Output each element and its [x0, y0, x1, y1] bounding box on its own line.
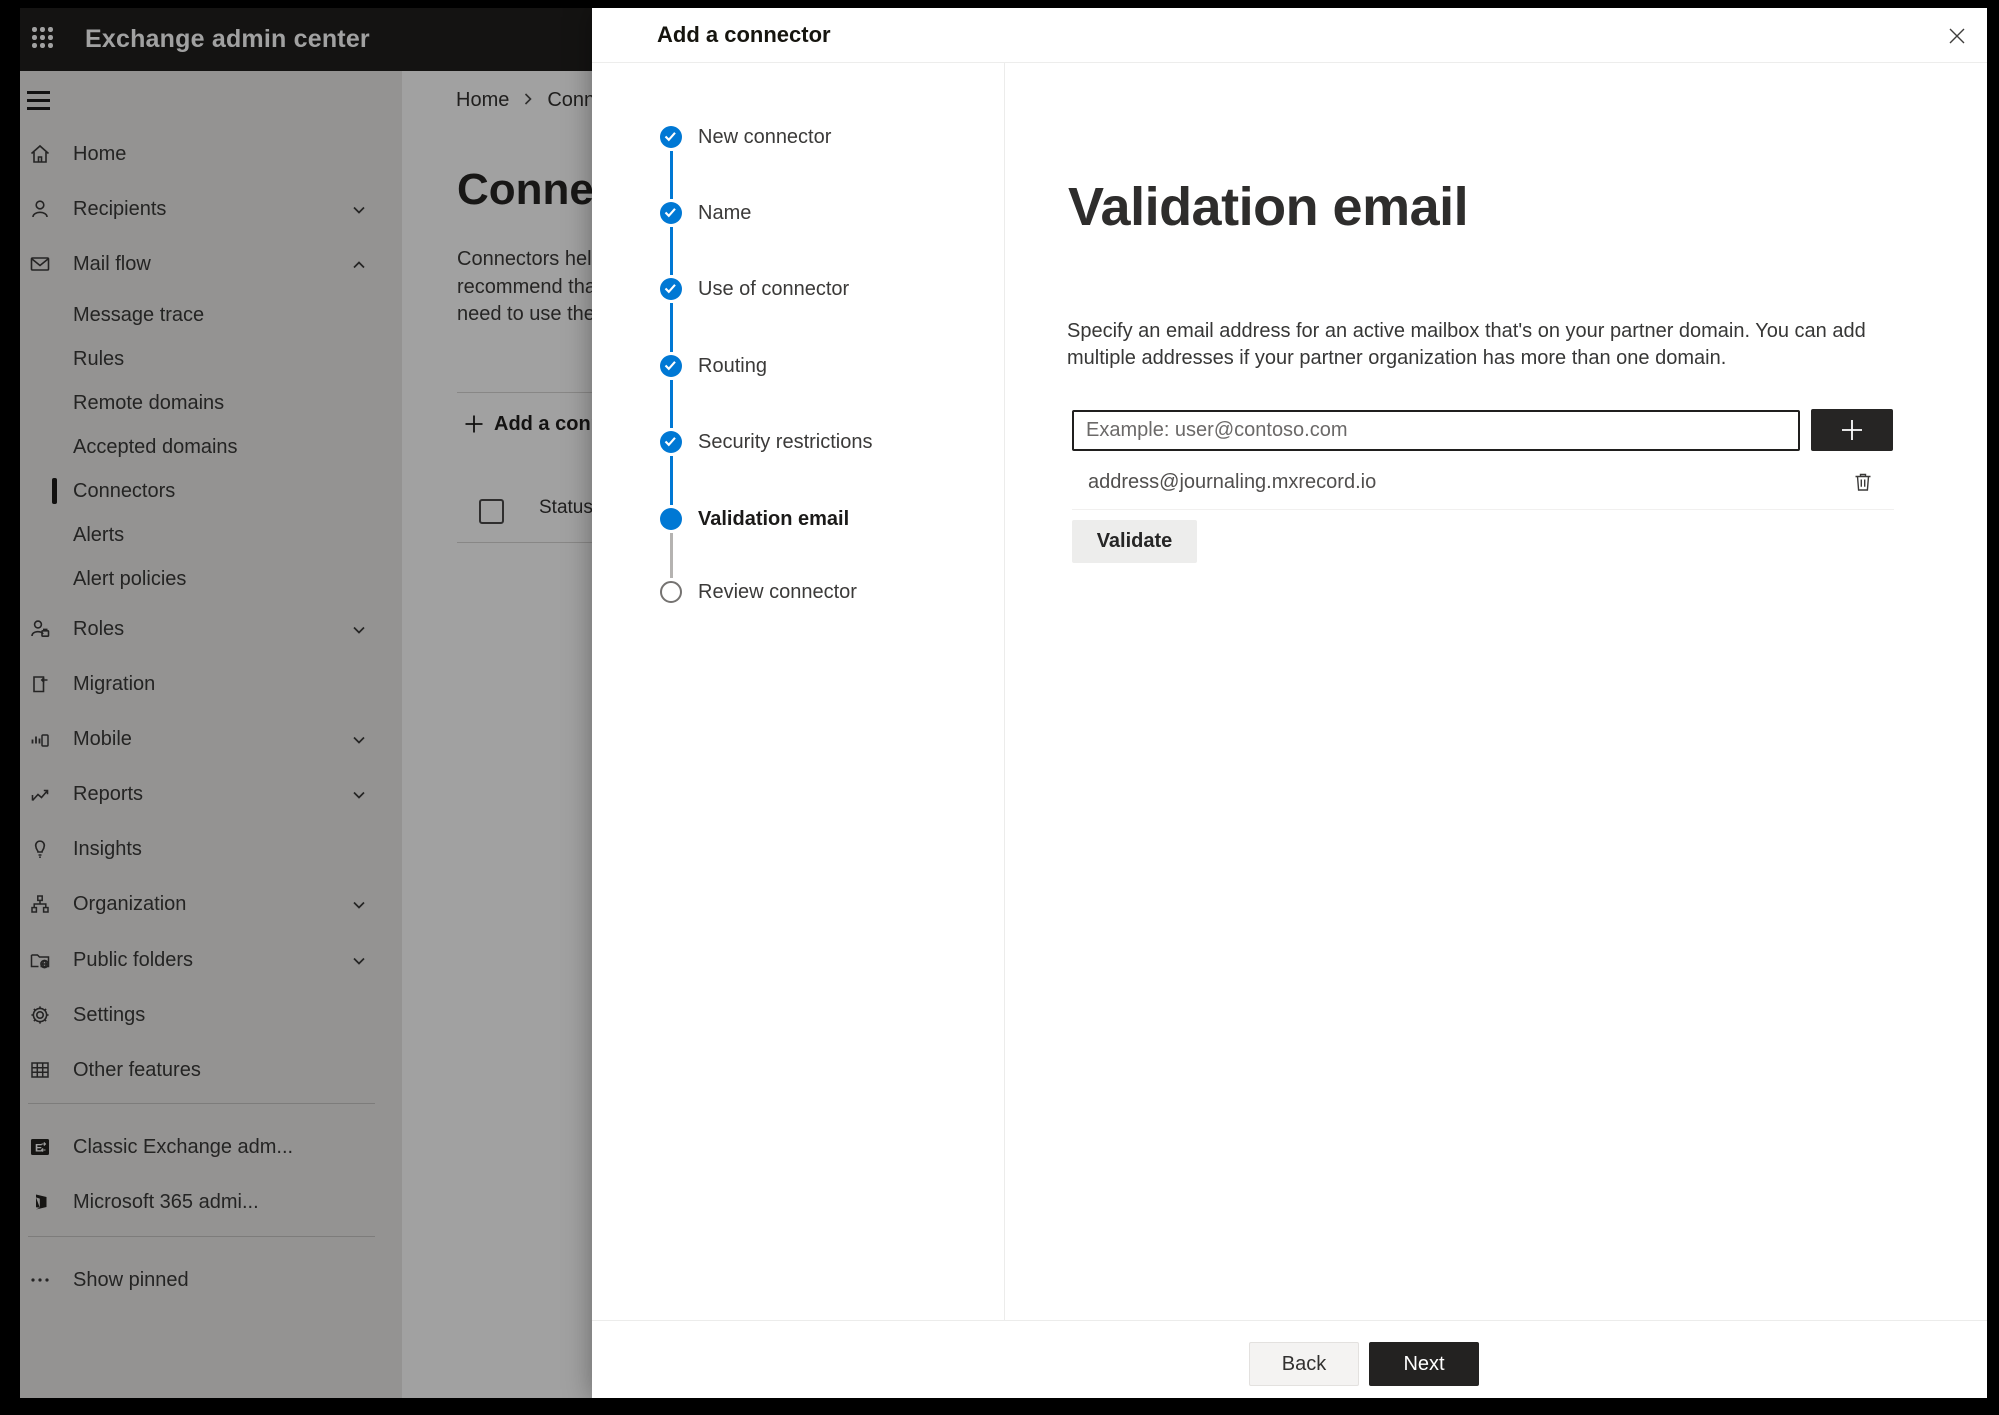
- step-connector-line: [669, 303, 673, 352]
- step-label: New connector: [698, 126, 832, 148]
- dialog-header-divider: [592, 62, 1987, 63]
- step-label: Use of connector: [698, 278, 850, 300]
- add-email-button[interactable]: [1811, 409, 1893, 451]
- step-circle-done: [660, 126, 682, 148]
- plus-icon: [1842, 420, 1862, 440]
- step-connector-line: [669, 380, 673, 428]
- step-label: Routing: [698, 355, 767, 377]
- add-connector-dialog: Add a connector New connector Name Use o…: [592, 8, 1987, 1398]
- step-label: Security restrictions: [698, 431, 873, 453]
- step-circle-done: [660, 355, 682, 377]
- address-row: address@journaling.mxrecord.io: [1072, 464, 1894, 500]
- step-circle-done: [660, 278, 682, 300]
- validation-email-input[interactable]: [1072, 410, 1800, 451]
- next-button[interactable]: Next: [1369, 1342, 1479, 1386]
- screenshot-frame: Exchange admin center Home Recipients Ma…: [0, 0, 1999, 1415]
- stepper-divider: [1004, 63, 1005, 1320]
- step-connector-line: [669, 227, 673, 275]
- step-label-current: Validation email: [698, 508, 850, 530]
- delete-address-button[interactable]: [1850, 469, 1876, 495]
- step-connector-line: [669, 533, 673, 578]
- validate-button[interactable]: Validate: [1072, 520, 1197, 563]
- address-list-divider: [1072, 509, 1894, 510]
- step-connector-line: [669, 456, 673, 505]
- step-connector-line: [669, 151, 673, 199]
- step-label: Review connector: [698, 581, 857, 603]
- step-label: Name: [698, 202, 752, 224]
- back-button[interactable]: Back: [1249, 1342, 1359, 1386]
- dialog-title: Add a connector: [657, 22, 831, 47]
- step-circle-done: [660, 431, 682, 453]
- step-circle-done: [660, 202, 682, 224]
- close-button[interactable]: [1940, 19, 1974, 53]
- dialog-footer-divider: [592, 1320, 1987, 1321]
- step-circle-upcoming: [660, 581, 682, 603]
- step-description: Specify an email address for an active m…: [1067, 320, 1866, 369]
- step-heading: Validation email: [1068, 177, 1469, 237]
- trash-icon: [1855, 473, 1871, 491]
- address-email: address@journaling.mxrecord.io: [1088, 471, 1377, 493]
- step-circle-current: [660, 508, 682, 530]
- close-icon: [1949, 28, 1965, 44]
